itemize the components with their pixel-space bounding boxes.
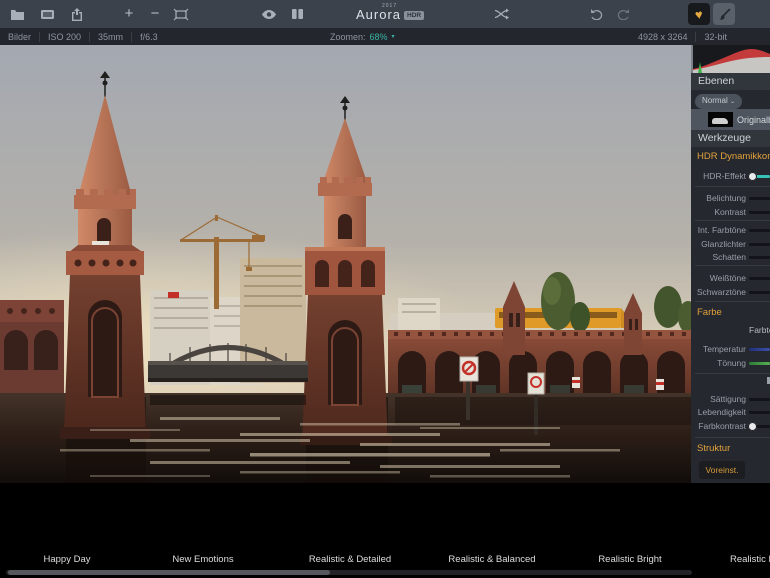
layer-item-original[interactable]: Originalbild	[691, 109, 770, 130]
slider-hdr-effekt[interactable]: HDR-Effekt	[691, 169, 770, 182]
info-aperture: f/6.3	[140, 31, 158, 42]
logo-name: Aurora	[356, 7, 402, 22]
slider-schatten[interactable]: Schatten	[691, 250, 770, 263]
slider-toenung[interactable]: Tönung	[691, 356, 770, 369]
undo-icon[interactable]	[586, 3, 608, 25]
compare-split-icon[interactable]	[286, 3, 308, 25]
photo-canvas[interactable]	[0, 45, 691, 483]
presets-scrollbar-thumb[interactable]	[8, 570, 330, 575]
slider-knob[interactable]	[748, 421, 757, 431]
slider-glanzlichter[interactable]: Glanzlichter	[691, 237, 770, 250]
export-icon[interactable]	[66, 3, 88, 25]
presets-strip: Happy Day New Emotions Realistic & Detai…	[0, 483, 770, 578]
tools-panel-header: Werkzeuge	[691, 130, 770, 147]
slider-lebendigkeit[interactable]: Lebendigkeit	[691, 405, 770, 418]
presets-scrollbar[interactable]	[6, 570, 692, 575]
slider-belichtung[interactable]: Belichtung	[691, 191, 770, 204]
info-filename: Bilder	[0, 31, 41, 42]
slider-farbkontrast[interactable]: Farbkontrast	[691, 419, 770, 432]
left-bridge-approach	[0, 300, 64, 397]
brush-icon	[719, 8, 730, 20]
blend-caret-icon: ⌄	[730, 99, 736, 105]
histogram	[693, 45, 770, 73]
slider-saettigung[interactable]: Sättigung	[691, 392, 770, 405]
right-sidebar: Ebenen Normal ⌄ Originalbild Werkzeuge H…	[691, 45, 770, 483]
photo-oberbaum-bridge	[0, 45, 691, 483]
section-struktur-title[interactable]: Struktur	[697, 443, 730, 454]
photos-icon[interactable]	[36, 3, 58, 25]
logo-hdr-badge: HDR	[404, 11, 425, 20]
section-hdr-title[interactable]: HDR Dynamikkompressor	[697, 151, 770, 162]
blend-mode-select[interactable]: Normal ⌄	[695, 94, 743, 109]
voreinst-button[interactable]: Voreinst.	[699, 461, 745, 479]
presets-heart-icon: ♥	[694, 6, 704, 22]
section-farbe-title[interactable]: Farbe	[697, 307, 722, 318]
info-focal-length: 35mm	[90, 31, 133, 42]
zoom-caret-icon[interactable]: ▾	[392, 33, 395, 40]
preview-eye-icon[interactable]	[258, 3, 280, 25]
preset-realistic-balanced[interactable]: Realistic & Balanced	[423, 554, 561, 568]
presets-panel-toggle[interactable]: ♥	[688, 3, 710, 25]
shuffle-presets-icon[interactable]	[490, 3, 512, 25]
slider-weisstoene[interactable]: Weißtöne	[691, 271, 770, 284]
info-bar: Bilder ISO 200 35mm f/6.3 Zoomen: 68% ▾ …	[0, 28, 770, 45]
slider-knob[interactable]	[748, 171, 757, 181]
info-dimensions: 4928 x 3264	[630, 31, 697, 42]
zoom-label: Zoomen:	[330, 31, 366, 42]
zoom-out-button[interactable]: −	[144, 3, 166, 25]
info-iso: ISO 200	[40, 31, 91, 42]
slider-temperatur[interactable]: Temperatur	[691, 342, 770, 355]
preset-new-emotions[interactable]: New Emotions	[134, 554, 272, 568]
sub-farbtemperatur: Farbtemperatur	[749, 325, 770, 335]
fit-screen-icon[interactable]	[170, 3, 192, 25]
layer-name: Originalbild	[737, 114, 770, 125]
preset-realistic-d[interactable]: Realistic D	[699, 554, 770, 568]
app-logo: 2017 Aurora HDR	[348, 0, 440, 28]
open-file-icon[interactable]	[6, 3, 28, 25]
slider-schwarztoene[interactable]: Schwarztöne	[691, 285, 770, 298]
preset-realistic-bright[interactable]: Realistic Bright	[561, 554, 699, 568]
zoom-in-button[interactable]: +	[118, 3, 140, 25]
slider-kontrast[interactable]: Kontrast	[691, 205, 770, 218]
slider-int-farbtoene[interactable]: Int. Farbtöne	[691, 223, 770, 236]
brush-panel-toggle[interactable]	[713, 3, 735, 25]
top-toolbar: + − 2017 Aurora HDR ♥	[0, 0, 770, 28]
layers-panel-header: Ebenen	[691, 73, 770, 90]
zoom-value[interactable]: 68%	[370, 32, 388, 42]
redo-icon[interactable]	[612, 3, 634, 25]
layer-thumbnail	[708, 112, 733, 127]
info-bitdepth: 32-bit	[704, 31, 727, 42]
preset-happy-day[interactable]: Happy Day	[0, 554, 136, 568]
preset-realistic-detailed[interactable]: Realistic & Detailed	[281, 554, 419, 568]
